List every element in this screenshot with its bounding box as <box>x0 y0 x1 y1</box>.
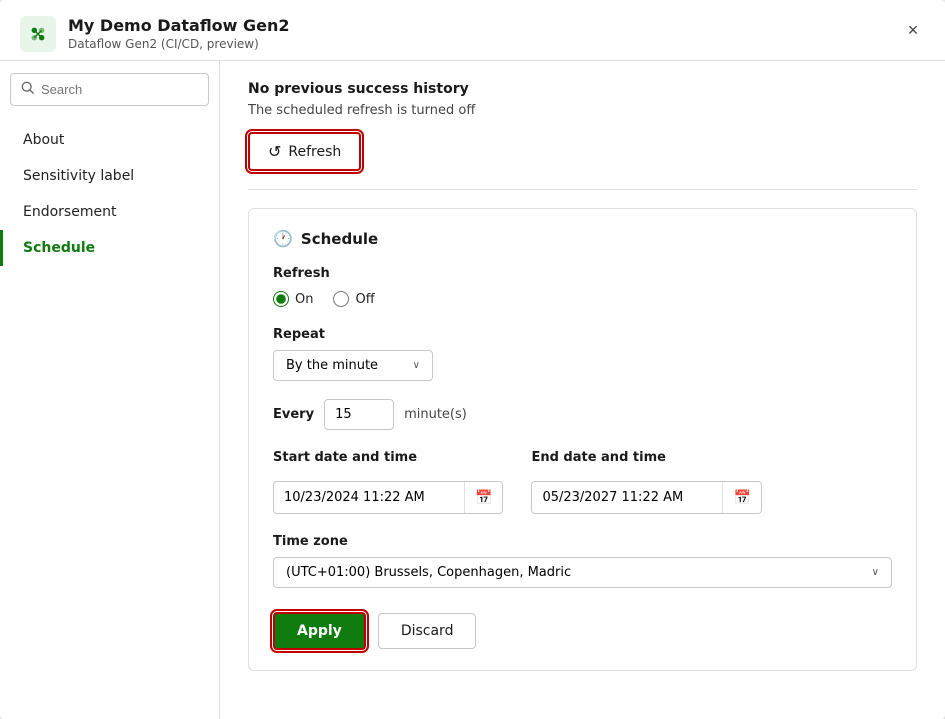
timezone-value: (UTC+01:00) Brussels, Copenhagen, Madric <box>286 565 571 580</box>
refresh-label: Refresh <box>288 144 341 160</box>
sidebar-item-sensitivity-label[interactable]: Sensitivity label <box>0 158 219 194</box>
radio-off-input[interactable] <box>333 291 349 307</box>
end-date-group: End date and time 📅 <box>531 450 761 514</box>
repeat-dropdown[interactable]: By the minute ∨ <box>273 350 433 381</box>
scheduled-off-text: The scheduled refresh is turned off <box>248 103 917 118</box>
radio-on-option[interactable]: On <box>273 291 313 307</box>
repeat-section: Repeat By the minute ∨ <box>273 327 892 381</box>
radio-off-label: Off <box>355 292 374 307</box>
refresh-button[interactable]: ↺ Refresh <box>248 132 361 171</box>
search-input[interactable] <box>41 82 198 97</box>
timezone-chevron-icon: ∨ <box>872 567 879 578</box>
refresh-icon: ↺ <box>268 142 281 161</box>
schedule-panel: 🕐 Schedule Refresh On Off <box>248 208 917 671</box>
no-history-text: No previous success history <box>248 81 917 97</box>
start-date-input-wrapper: 📅 <box>273 481 503 514</box>
start-calendar-button[interactable]: 📅 <box>464 482 502 513</box>
repeat-label: Repeat <box>273 327 892 342</box>
dialog-title: My Demo Dataflow Gen2 <box>68 16 290 37</box>
header-titles: My Demo Dataflow Gen2 Dataflow Gen2 (CI/… <box>68 16 290 52</box>
schedule-title: Schedule <box>301 230 378 248</box>
dialog-header: My Demo Dataflow Gen2 Dataflow Gen2 (CI/… <box>0 0 945 61</box>
clock-icon: 🕐 <box>273 229 293 248</box>
refresh-section-label: Refresh <box>273 266 892 281</box>
start-date-label: Start date and time <box>273 450 503 465</box>
every-unit-label: minute(s) <box>404 407 467 422</box>
dialog-body: About Sensitivity label Endorsement Sche… <box>0 61 945 719</box>
timezone-label: Time zone <box>273 534 892 549</box>
refresh-radio-group: On Off <box>273 291 892 307</box>
discard-button[interactable]: Discard <box>378 613 477 649</box>
end-date-input[interactable] <box>532 483 722 512</box>
radio-off-option[interactable]: Off <box>333 291 374 307</box>
timezone-section: Time zone (UTC+01:00) Brussels, Copenhag… <box>273 534 892 588</box>
sidebar-item-schedule[interactable]: Schedule <box>0 230 219 266</box>
repeat-value: By the minute <box>286 358 378 373</box>
sidebar: About Sensitivity label Endorsement Sche… <box>0 61 220 719</box>
divider <box>248 189 917 190</box>
timezone-dropdown[interactable]: (UTC+01:00) Brussels, Copenhagen, Madric… <box>273 557 892 588</box>
dialog-subtitle: Dataflow Gen2 (CI/CD, preview) <box>68 37 290 53</box>
repeat-chevron-icon: ∨ <box>413 360 420 371</box>
apply-button[interactable]: Apply <box>273 612 366 650</box>
dialog: My Demo Dataflow Gen2 Dataflow Gen2 (CI/… <box>0 0 945 719</box>
calendar-icon: 📅 <box>475 489 492 505</box>
action-row: Apply Discard <box>273 612 892 650</box>
date-time-row: Start date and time 📅 End date and time <box>273 450 892 514</box>
schedule-header: 🕐 Schedule <box>273 229 892 248</box>
radio-on-input[interactable] <box>273 291 289 307</box>
calendar-icon-end: 📅 <box>733 489 750 505</box>
search-box[interactable] <box>10 73 209 106</box>
end-date-input-wrapper: 📅 <box>531 481 761 514</box>
every-label: Every <box>273 407 314 422</box>
sidebar-item-about[interactable]: About <box>0 122 219 158</box>
end-date-label: End date and time <box>531 450 761 465</box>
search-icon <box>21 80 35 99</box>
end-calendar-button[interactable]: 📅 <box>722 482 760 513</box>
start-date-group: Start date and time 📅 <box>273 450 503 514</box>
start-date-input[interactable] <box>274 483 464 512</box>
sidebar-item-endorsement[interactable]: Endorsement <box>0 194 219 230</box>
close-button[interactable]: × <box>897 14 929 46</box>
every-row: Every minute(s) <box>273 399 892 430</box>
refresh-btn-wrapper: ↺ Refresh <box>248 132 917 171</box>
app-icon <box>20 16 56 52</box>
every-input[interactable] <box>324 399 394 430</box>
radio-on-label: On <box>295 292 313 307</box>
main-content: No previous success history The schedule… <box>220 61 945 719</box>
